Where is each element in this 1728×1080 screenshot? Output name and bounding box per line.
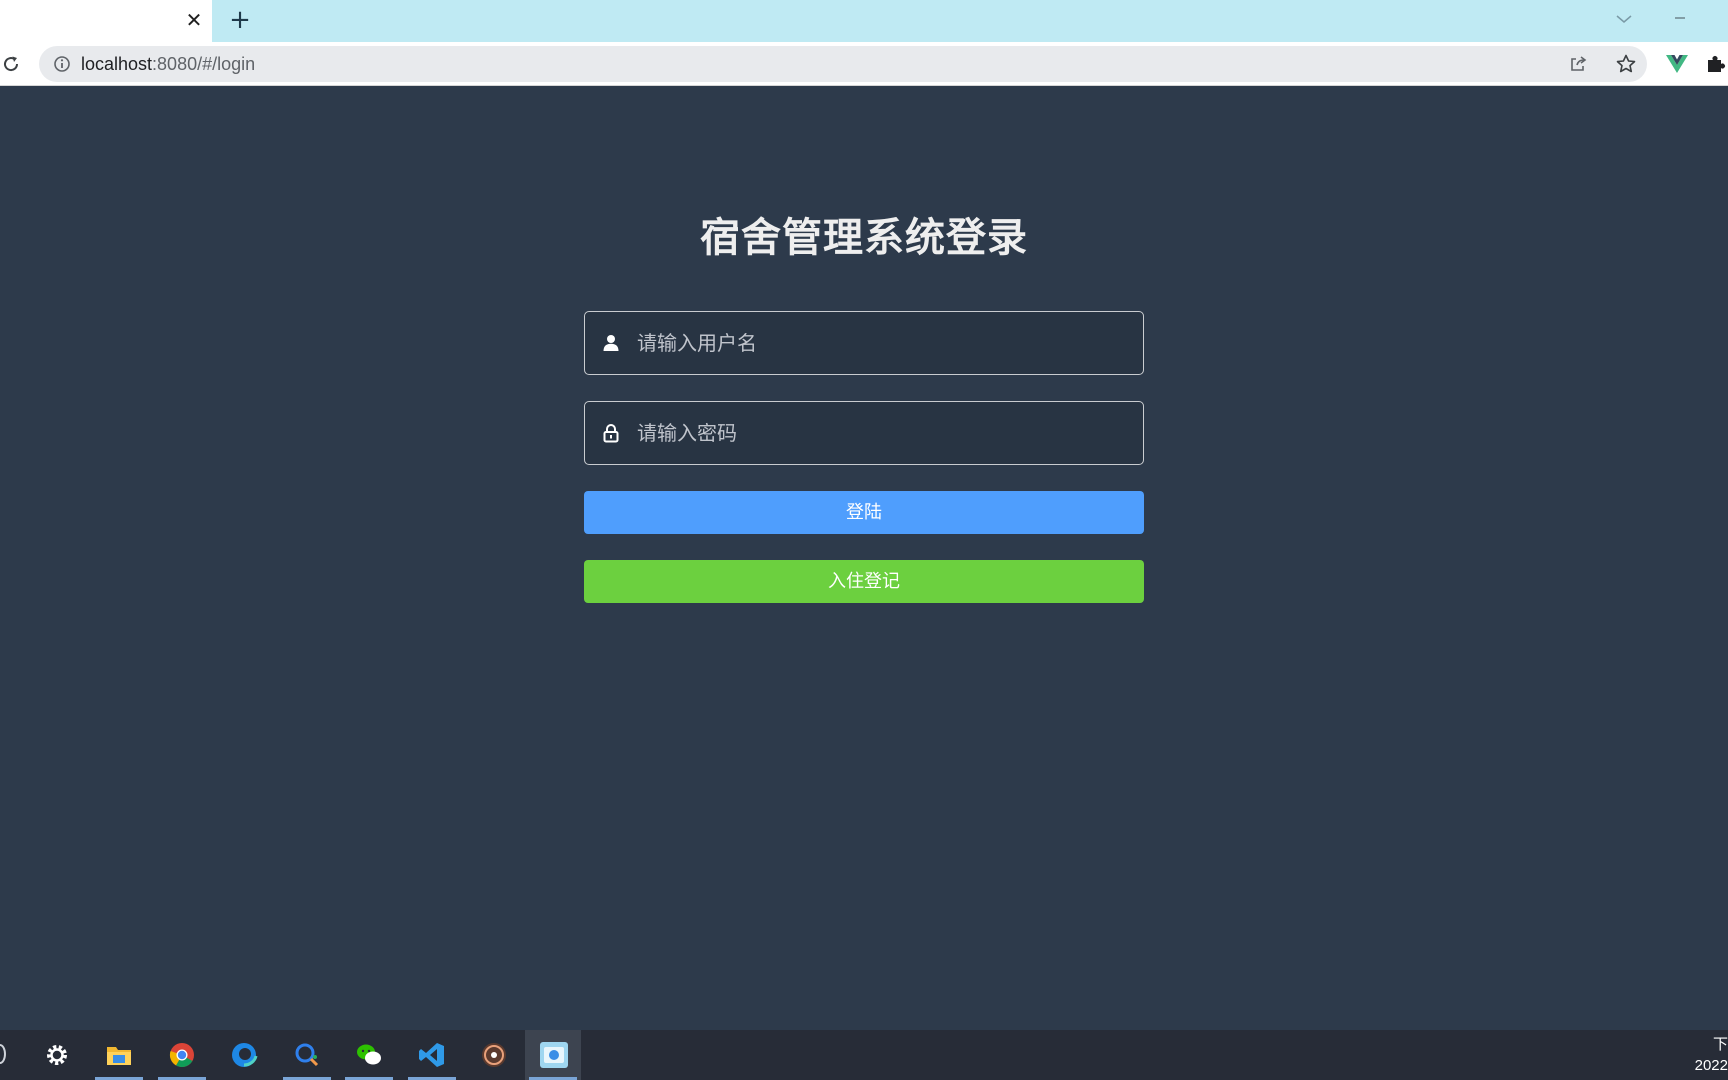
puzzle-icon[interactable] xyxy=(1705,53,1727,75)
search-app-icon[interactable] xyxy=(279,1030,335,1080)
info-icon[interactable] xyxy=(53,55,71,73)
wechat-icon[interactable] xyxy=(341,1030,397,1080)
clock-time: 下 xyxy=(1712,1036,1728,1053)
active-app-icon[interactable] xyxy=(525,1030,581,1080)
login-page: 宿舍管理系统登录 登陆 入住登记 xyxy=(0,87,1728,1030)
chrome-icon[interactable] xyxy=(154,1030,210,1080)
media-player-icon[interactable] xyxy=(466,1030,522,1080)
user-icon xyxy=(601,333,621,353)
star-icon[interactable] xyxy=(1615,53,1637,75)
system-clock[interactable]: 下 2022 xyxy=(1688,1034,1728,1080)
chevron-down-icon[interactable] xyxy=(1613,10,1635,28)
search-icon[interactable] xyxy=(0,1044,6,1064)
os-taskbar: 下 2022 xyxy=(0,1030,1728,1080)
url-text[interactable]: localhost:8080/#/login xyxy=(81,46,255,82)
url-host: localhost xyxy=(81,54,153,74)
reload-icon[interactable] xyxy=(0,53,22,75)
settings-icon[interactable] xyxy=(29,1030,85,1080)
url-path: :8080/#/login xyxy=(152,54,256,74)
login-button[interactable]: 登陆 xyxy=(584,491,1144,534)
file-explorer-icon[interactable] xyxy=(91,1030,147,1080)
browser-tab[interactable]: ✕ xyxy=(0,0,212,42)
browser-tab-strip: ✕ + xyxy=(0,0,1728,42)
clock-date: 2022 xyxy=(1694,1057,1728,1074)
browser-toolbar: localhost:8080/#/login xyxy=(0,42,1728,86)
lock-icon xyxy=(601,423,621,443)
minimize-icon[interactable] xyxy=(1667,10,1693,26)
username-field[interactable] xyxy=(584,311,1144,375)
password-input[interactable] xyxy=(635,402,1135,464)
check-in-register-button[interactable]: 入住登记 xyxy=(584,560,1144,603)
page-title: 宿舍管理系统登录 xyxy=(700,215,1028,261)
password-field[interactable] xyxy=(584,401,1144,465)
share-icon[interactable] xyxy=(1568,54,1588,74)
vscode-icon[interactable] xyxy=(404,1030,460,1080)
vue-icon[interactable] xyxy=(1665,53,1689,75)
address-bar[interactable]: localhost:8080/#/login xyxy=(39,46,1647,82)
new-tab-button[interactable]: + xyxy=(227,7,253,34)
edge-icon[interactable] xyxy=(216,1030,272,1080)
close-icon[interactable]: ✕ xyxy=(183,9,205,31)
username-input[interactable] xyxy=(635,312,1135,374)
